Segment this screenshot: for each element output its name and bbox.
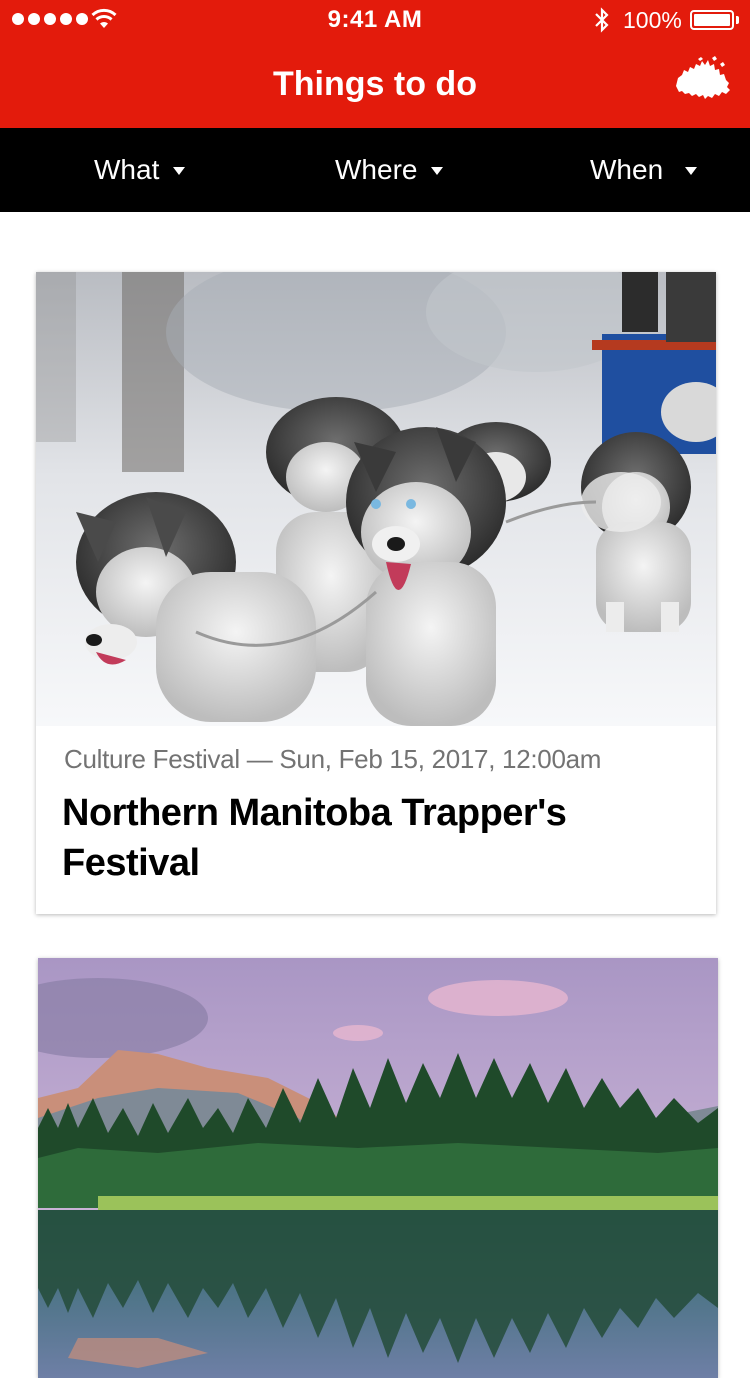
filter-when-dropdown[interactable]: When — [590, 128, 698, 212]
filter-where-dropdown[interactable]: Where — [335, 128, 444, 212]
event-meta: Culture Festival — Sun, Feb 15, 2017, 12… — [64, 744, 602, 774]
bluetooth-icon — [595, 7, 609, 33]
mountain-lake-image — [38, 958, 718, 1378]
filter-what-dropdown[interactable]: What — [94, 128, 186, 212]
sled-dogs-image — [36, 272, 716, 726]
filter-when-label: When — [590, 154, 664, 185]
status-bar: 9:41 AM 100% — [0, 0, 750, 40]
filter-bar: What Where When — [0, 128, 750, 212]
event-card[interactable]: Culture Festival — Sun, Feb 15, 2017, 12… — [36, 272, 716, 914]
page-title: Things to do — [273, 65, 477, 103]
filter-what-label: What — [94, 154, 160, 185]
event-title: Northern Manitoba Trapper's Festival — [62, 792, 567, 884]
app-header: 9:41 AM 100% Things to do — [0, 0, 750, 128]
caret-down-icon — [173, 167, 186, 175]
battery-percentage: 100% — [623, 7, 682, 33]
battery-icon — [690, 10, 734, 30]
filter-where-label: Where — [335, 154, 418, 185]
event-card[interactable] — [38, 958, 718, 1378]
battery-tip — [736, 16, 739, 24]
caret-down-icon — [431, 167, 444, 175]
caret-down-icon — [685, 167, 698, 175]
canada-map-icon[interactable] — [672, 56, 732, 106]
